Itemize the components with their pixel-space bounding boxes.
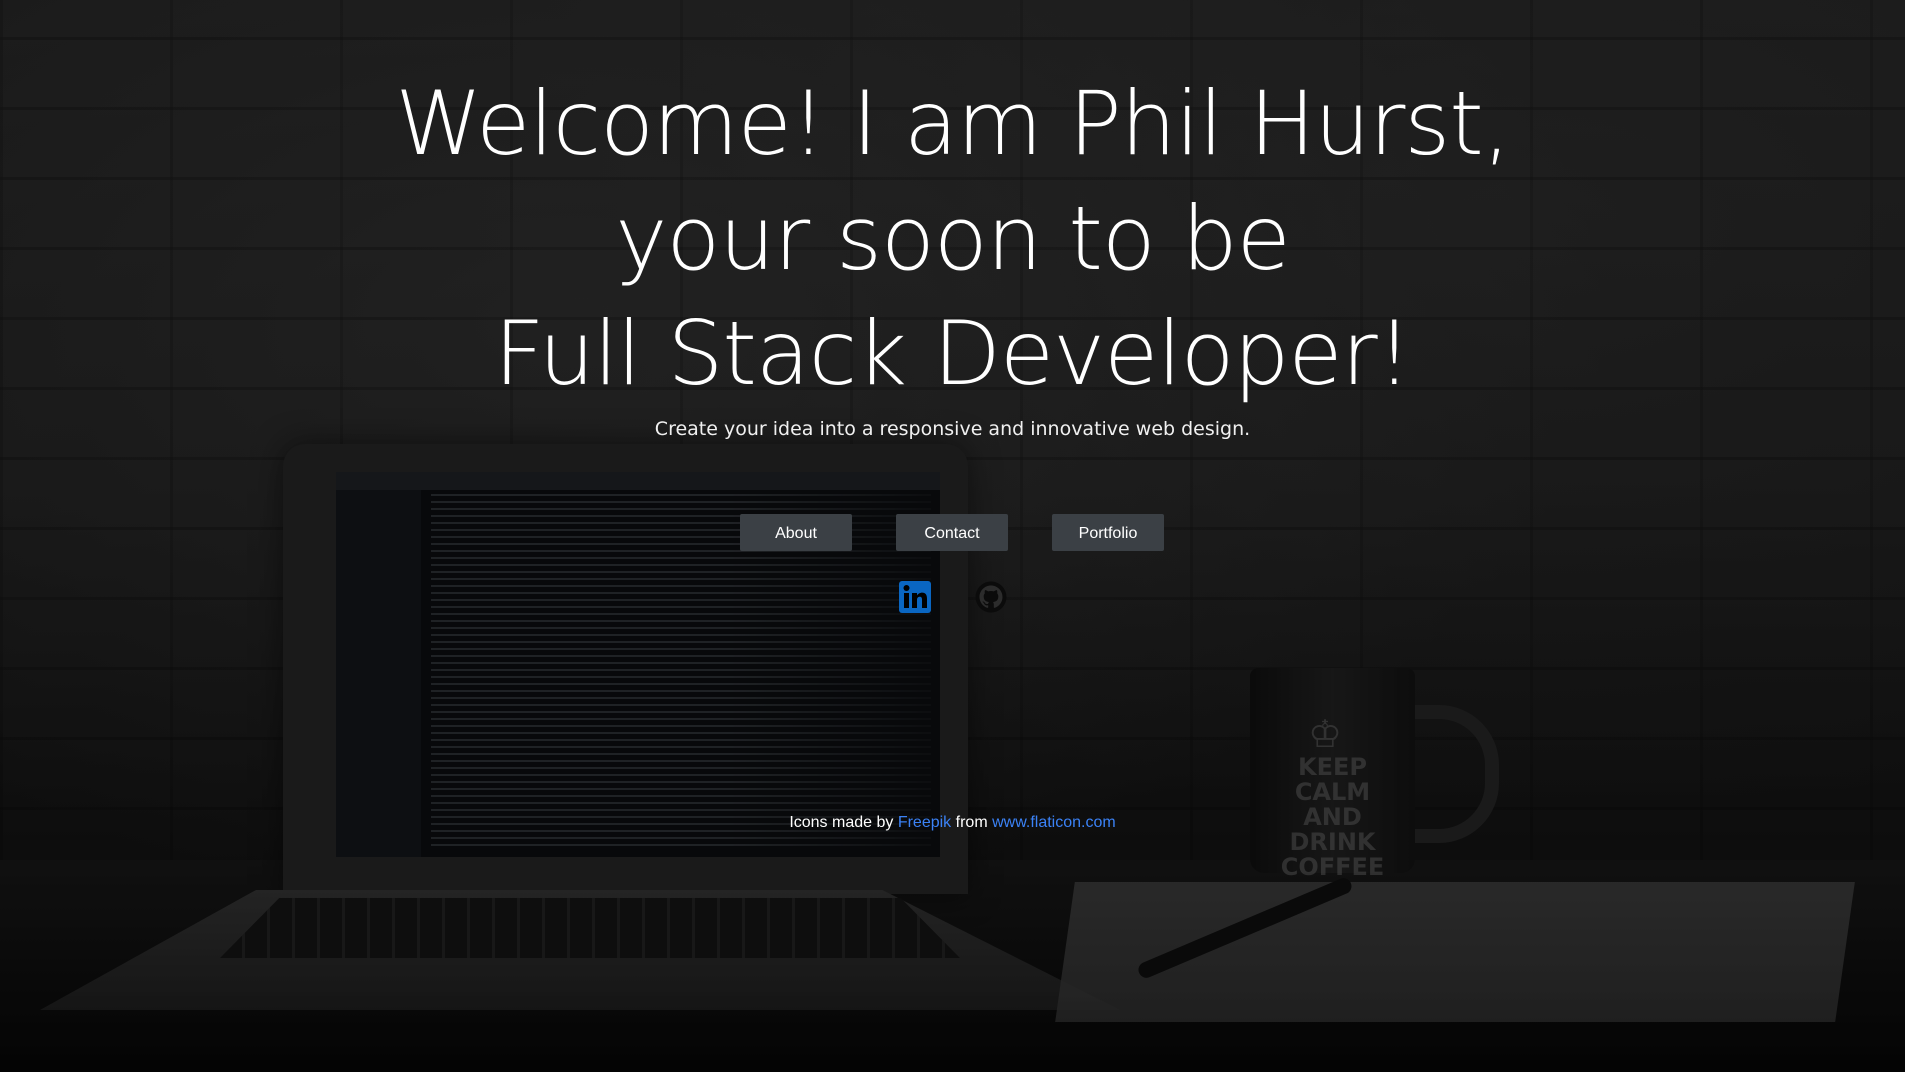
portfolio-button[interactable]: Portfolio (1052, 514, 1164, 551)
social-links (898, 580, 1008, 614)
title-line-3: Full Stack Developer! (494, 302, 1412, 405)
page-title: Welcome! I am Phil Hurst, your soon to b… (0, 66, 1905, 411)
hero-subtitle: Create your idea into a responsive and i… (654, 418, 1251, 440)
credits-prefix: Icons made by (789, 814, 894, 831)
github-icon (975, 581, 1007, 613)
hero-content: Welcome! I am Phil Hurst, your soon to b… (0, 0, 1905, 1072)
title-line-1: Welcome! I am Phil Hurst, (395, 72, 1511, 175)
contact-button[interactable]: Contact (896, 514, 1008, 551)
freepik-link[interactable]: Freepik (898, 814, 951, 831)
hero-section: ♔ KEEP CALM AND DRINK COFFEE Welcome! I … (0, 0, 1905, 1072)
flaticon-link[interactable]: www.flaticon.com (992, 814, 1116, 831)
about-button[interactable]: About (740, 514, 852, 551)
icon-credits: Icons made by Freepik from www.flaticon.… (0, 814, 1905, 832)
linkedin-link[interactable] (898, 580, 932, 614)
main-nav: About Contact Portfolio (740, 514, 1165, 551)
linkedin-icon (899, 581, 931, 613)
credits-middle: from (955, 814, 988, 831)
github-link[interactable] (974, 580, 1008, 614)
title-line-2: your soon to be (615, 187, 1290, 290)
